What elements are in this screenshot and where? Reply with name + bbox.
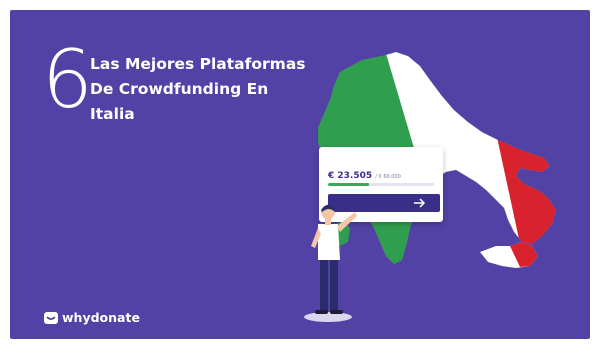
title-line-1: Las Mejores Plataformas <box>90 55 306 73</box>
list-count-number: 6 <box>42 33 93 126</box>
donation-progress-fill <box>328 183 370 186</box>
person-illustration <box>304 204 357 322</box>
page-title: Las Mejores Plataformas De Crowdfunding … <box>90 52 330 127</box>
hero-banner: 6 Las Mejores Plataformas De Crowdfundin… <box>10 10 590 339</box>
whydonate-logo-icon <box>44 311 58 324</box>
raised-amount: € 23.505 / € 60.000 <box>328 171 401 181</box>
title-line-3: Italia <box>90 105 135 123</box>
arrow-right-icon <box>414 198 426 208</box>
raised-amount-value: € 23.505 <box>328 171 373 181</box>
donation-progress-bar <box>328 183 434 186</box>
brand-name: whydonate <box>62 310 140 325</box>
goal-amount: / € 60.000 <box>375 174 401 180</box>
title-line-2: De Crowdfunding En <box>90 80 269 98</box>
brand-logo[interactable]: whydonate <box>44 310 140 325</box>
